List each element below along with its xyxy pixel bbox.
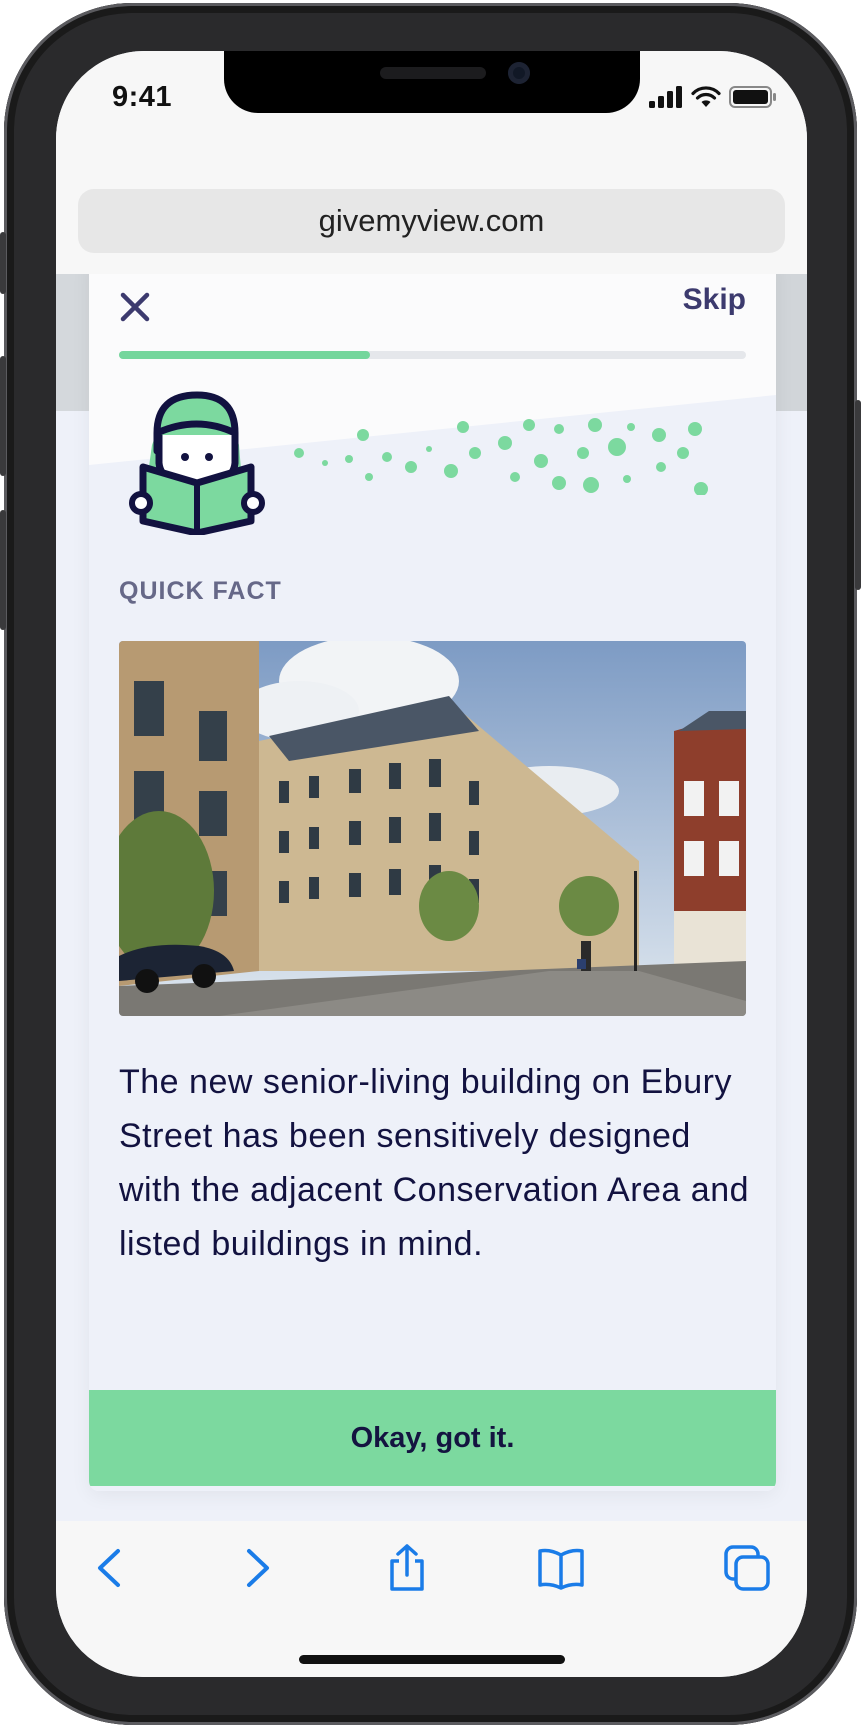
notch bbox=[224, 51, 640, 113]
quick-fact-modal: Skip QUICK FACT The new senior-living bu… bbox=[89, 255, 776, 1491]
status-time: 9:41 bbox=[112, 81, 173, 113]
volume-down-button bbox=[0, 510, 6, 630]
quick-fact-label: QUICK FACT bbox=[119, 577, 282, 605]
power-button bbox=[855, 400, 861, 590]
address-bar[interactable]: givemyview.com bbox=[78, 189, 785, 253]
camera bbox=[508, 62, 530, 84]
building-photo bbox=[119, 641, 746, 1016]
okay-got-it-button[interactable]: Okay, got it. bbox=[89, 1390, 776, 1486]
back-icon[interactable] bbox=[86, 1543, 136, 1593]
cellular-signal-icon bbox=[649, 86, 682, 108]
screen: 9:41 givemyview.com Skip QUICK FACT The … bbox=[56, 51, 807, 1677]
volume-up-button bbox=[0, 356, 6, 476]
close-icon[interactable] bbox=[117, 289, 153, 325]
forward-icon[interactable] bbox=[231, 1543, 281, 1593]
browser-toolbar bbox=[56, 1521, 807, 1677]
quick-fact-description: The new senior-living building on Ebury … bbox=[119, 1063, 750, 1263]
speaker bbox=[380, 67, 486, 79]
progress-bar bbox=[119, 351, 746, 359]
tabs-icon[interactable] bbox=[722, 1543, 772, 1593]
skip-button[interactable]: Skip bbox=[683, 283, 746, 317]
bookmarks-icon[interactable] bbox=[536, 1543, 586, 1593]
browser-header: givemyview.com bbox=[56, 141, 807, 274]
url-text: givemyview.com bbox=[318, 203, 545, 238]
battery-icon bbox=[729, 86, 776, 108]
mute-switch bbox=[0, 232, 6, 294]
progress-fill bbox=[119, 351, 370, 359]
home-indicator bbox=[299, 1655, 565, 1664]
reading-person-icon bbox=[129, 391, 265, 535]
decorative-dots bbox=[294, 418, 708, 495]
status-icons bbox=[649, 85, 777, 109]
wifi-icon bbox=[691, 86, 721, 107]
share-icon[interactable] bbox=[382, 1543, 432, 1593]
